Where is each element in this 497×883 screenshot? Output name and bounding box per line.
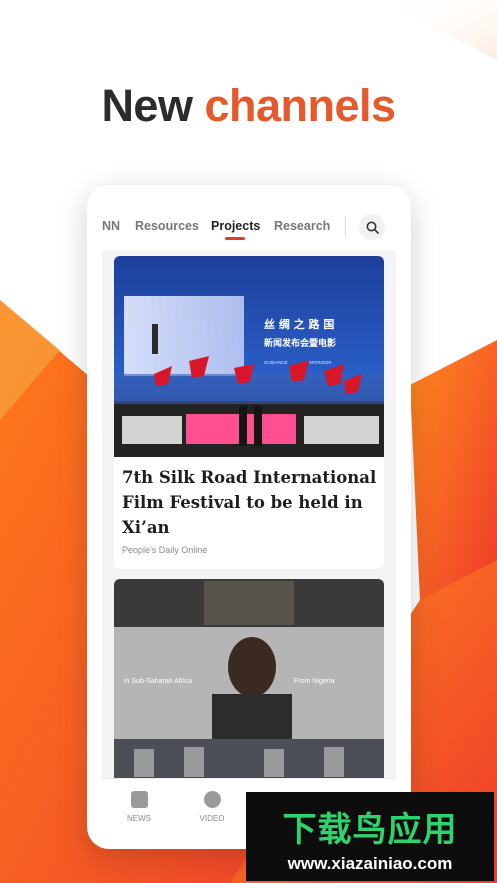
image-caption-badge2: SPONSOR — [309, 360, 332, 365]
active-tab-indicator — [225, 237, 245, 240]
app-screen: NN Resources Projects Research 丝 绸 之 路 国… — [102, 200, 396, 840]
nav-label-news: NEWS — [127, 814, 151, 823]
channel-tab-bar: NN Resources Projects Research — [102, 200, 396, 250]
watermark-url: www.xiazainiao.com — [287, 854, 453, 873]
watermark-title: 下载鸟应用 — [282, 810, 458, 850]
video-card[interactable]: in Sub-Saharan Africa From Nigeria — [114, 579, 384, 785]
news-icon — [130, 791, 148, 808]
search-button[interactable] — [359, 214, 385, 240]
headline-word-new: New — [101, 80, 193, 131]
article-card[interactable]: 丝 绸 之 路 国 新闻发布会暨电影 GUIDANCE SPONSOR 7th … — [114, 256, 384, 569]
video-caption-right: From Nigeria — [294, 678, 335, 685]
image-caption-line1: 丝 绸 之 路 国 — [264, 317, 334, 331]
video-icon — [203, 791, 221, 808]
video-caption-left: in Sub-Saharan Africa — [124, 678, 192, 685]
tab-divider — [345, 216, 346, 236]
page-headline: New channels — [0, 80, 497, 132]
image-caption-line2: 新闻发布会暨电影 — [264, 337, 336, 349]
nav-item-news[interactable]: NEWS — [109, 791, 169, 823]
nav-label-video: VIDEO — [199, 814, 225, 823]
tab-projects[interactable]: Projects — [211, 219, 260, 233]
watermark-banner: 下载鸟应用 www.xiazainiao.com — [246, 792, 494, 881]
image-caption-badge1: GUIDANCE — [264, 360, 288, 365]
video-thumbnail: in Sub-Saharan Africa From Nigeria — [114, 579, 384, 785]
tab-nn[interactable]: NN — [102, 219, 120, 233]
article-image-film-festival: 丝 绸 之 路 国 新闻发布会暨电影 GUIDANCE SPONSOR — [114, 256, 384, 457]
nav-item-video[interactable]: VIDEO — [182, 791, 242, 823]
article-title[interactable]: 7th Silk Road International Film Festiva… — [122, 465, 378, 540]
headline-word-channels: channels — [204, 80, 396, 131]
search-icon — [366, 221, 379, 234]
tab-research[interactable]: Research — [274, 219, 330, 233]
tab-resources[interactable]: Resources — [135, 219, 199, 233]
article-source: People's Daily Online — [122, 545, 208, 555]
